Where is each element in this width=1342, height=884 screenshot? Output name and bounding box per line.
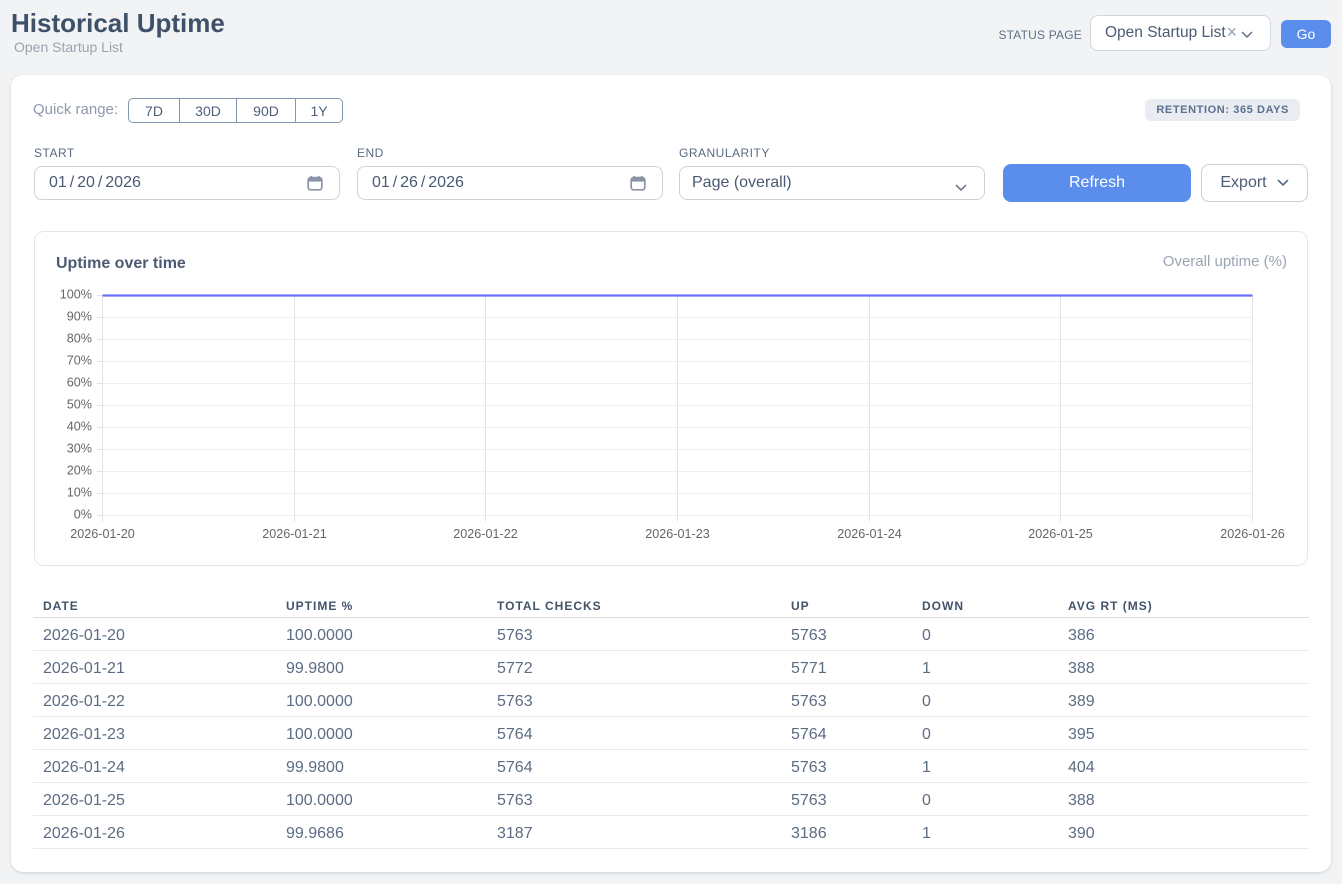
- svg-text:90%: 90%: [67, 310, 92, 324]
- svg-text:2026-01-22: 2026-01-22: [453, 527, 517, 541]
- svg-text:100%: 100%: [60, 288, 92, 302]
- svg-text:40%: 40%: [67, 420, 92, 434]
- svg-text:60%: 60%: [67, 376, 92, 390]
- svg-text:50%: 50%: [67, 398, 92, 412]
- svg-text:80%: 80%: [67, 332, 92, 346]
- svg-text:0%: 0%: [74, 508, 92, 522]
- svg-text:70%: 70%: [67, 354, 92, 368]
- svg-text:30%: 30%: [67, 442, 92, 456]
- svg-text:2026-01-20: 2026-01-20: [70, 527, 134, 541]
- svg-text:2026-01-25: 2026-01-25: [1028, 527, 1092, 541]
- svg-text:2026-01-26: 2026-01-26: [1220, 527, 1284, 541]
- svg-text:2026-01-24: 2026-01-24: [837, 527, 901, 541]
- svg-text:2026-01-21: 2026-01-21: [262, 527, 326, 541]
- svg-text:10%: 10%: [67, 486, 92, 500]
- svg-text:2026-01-23: 2026-01-23: [645, 527, 709, 541]
- svg-text:20%: 20%: [67, 464, 92, 478]
